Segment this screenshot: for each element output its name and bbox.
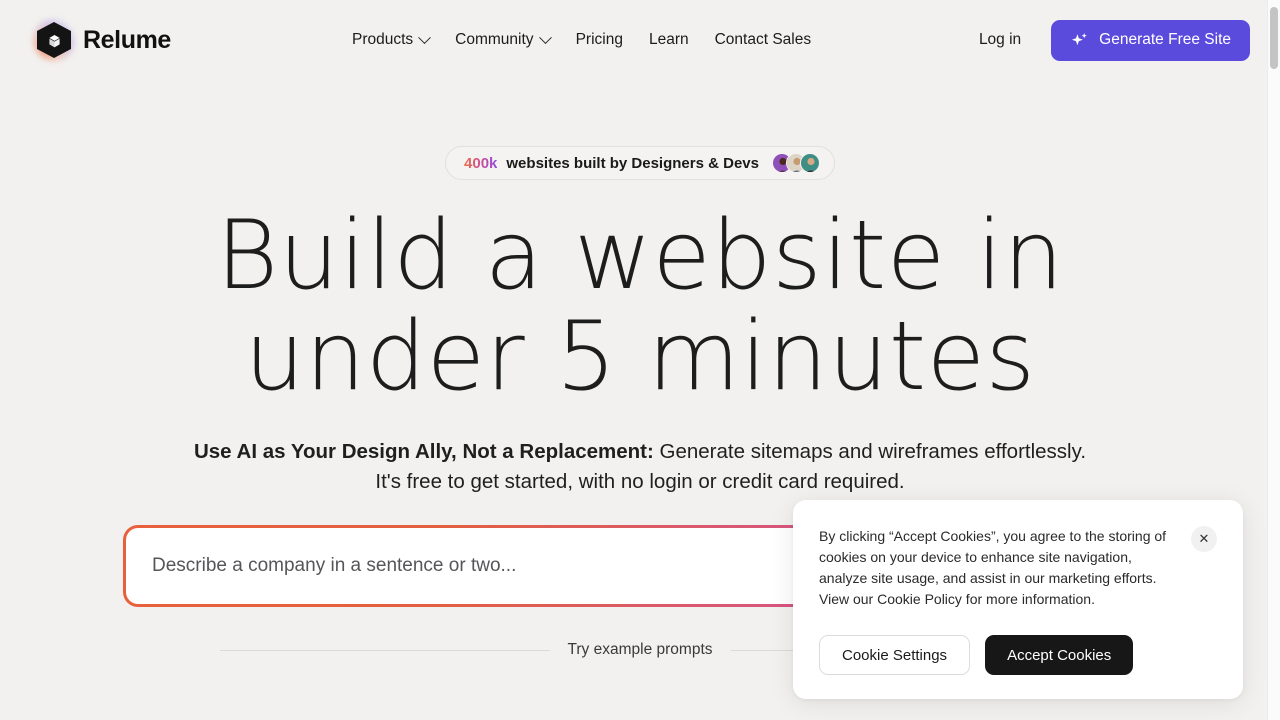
nav-actions: Log in Generate Free Site: [979, 19, 1250, 61]
login-link[interactable]: Log in: [979, 31, 1021, 49]
nav-item-learn[interactable]: Learn: [649, 31, 689, 49]
nav-item-products[interactable]: Products: [352, 30, 432, 49]
nav-item-products-label: Products: [352, 31, 414, 48]
sparkle-icon: [1072, 32, 1088, 45]
cube-icon: [46, 31, 62, 49]
hero-subheading-bold: Use AI as Your Design Ally, Not a Replac…: [193, 440, 654, 464]
generate-free-site-button[interactable]: Generate Free Site: [1051, 19, 1250, 61]
avatar-group: [771, 153, 820, 173]
divider-line-left: [220, 649, 550, 651]
primary-nav-links: Products Community Pricing Learn Contact…: [352, 30, 812, 49]
nav-item-learn-label: Learn: [648, 31, 689, 48]
page-scrollbar[interactable]: [1267, 0, 1280, 720]
generate-free-site-label: Generate Free Site: [1099, 31, 1231, 48]
nav-item-community[interactable]: Community: [455, 30, 552, 49]
headline-line-1: Build a website in: [216, 201, 1064, 311]
cookie-consent-banner: By clicking “Accept Cookies”, you agree …: [793, 500, 1243, 699]
scrollbar-thumb[interactable]: [1270, 7, 1278, 69]
hero-subheading: Use AI as Your Design Ally, Not a Replac…: [185, 437, 1095, 497]
nav-item-pricing[interactable]: Pricing: [576, 31, 623, 49]
badge-text: websites built by Designers & Devs: [506, 154, 759, 172]
headline-line-2: under 5 minutes: [244, 301, 1036, 412]
badge-count: 400k: [464, 154, 498, 172]
cookie-banner-actions: Cookie Settings Accept Cookies: [819, 635, 1217, 675]
relume-cube-logo-icon: [33, 19, 75, 61]
nav-item-pricing-label: Pricing: [575, 31, 623, 48]
chevron-down-icon: [538, 30, 552, 44]
avatar: [799, 153, 820, 173]
try-example-prompts-label: Try example prompts: [567, 641, 713, 659]
nav-item-contact-sales-label: Contact Sales: [714, 31, 812, 48]
chevron-down-icon: [418, 30, 432, 44]
top-navigation-bar: Relume Products Community Pricing Learn …: [0, 0, 1280, 80]
brand-logo-link[interactable]: Relume: [33, 19, 171, 61]
social-proof-badge: 400k websites built by Designers & Devs: [445, 146, 835, 180]
cookie-banner-text: By clicking “Accept Cookies”, you agree …: [819, 528, 1167, 607]
close-icon[interactable]: ✕: [1191, 526, 1217, 552]
page-title: Build a website in under 5 minutes: [0, 206, 1280, 407]
cookie-settings-button[interactable]: Cookie Settings: [819, 635, 971, 675]
nav-item-contact-sales[interactable]: Contact Sales: [715, 31, 812, 49]
cookie-banner-top: By clicking “Accept Cookies”, you agree …: [819, 526, 1217, 610]
accept-cookies-button[interactable]: Accept Cookies: [985, 635, 1134, 675]
brand-name: Relume: [83, 25, 171, 54]
nav-item-community-label: Community: [455, 31, 534, 48]
